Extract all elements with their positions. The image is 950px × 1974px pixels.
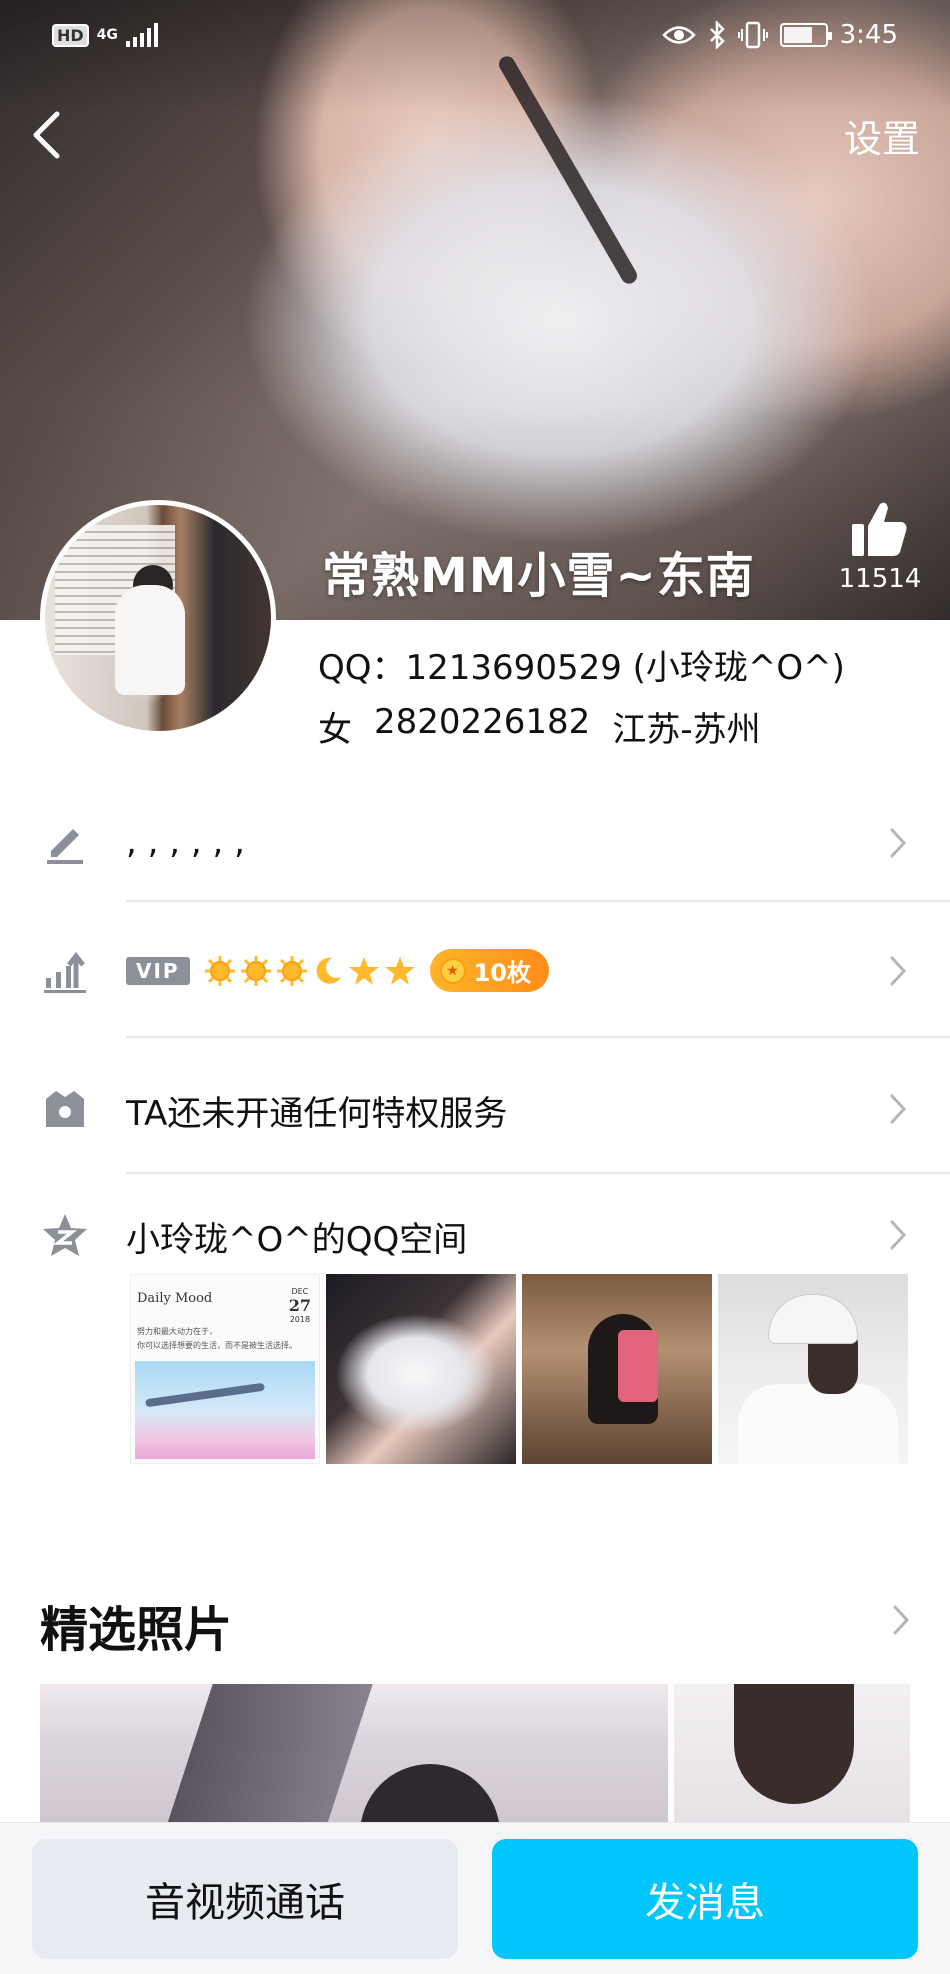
mood-title: Daily Mood	[137, 1291, 213, 1306]
level-content: VIP ★ 10枚	[126, 949, 549, 992]
battery-icon	[779, 23, 832, 47]
profile-name: 常熟MM小雪~东南	[322, 548, 755, 604]
status-bar-left: HD 4G	[52, 23, 158, 47]
like-button[interactable]: 11514	[830, 500, 930, 594]
bluetooth-icon	[709, 21, 725, 49]
mood-month: DEC	[291, 1287, 309, 1296]
mood-picture	[135, 1361, 315, 1459]
crown-bag-icon	[40, 1084, 90, 1134]
thumbs-up-icon	[852, 502, 907, 556]
vibrate-icon	[737, 21, 768, 49]
chevron-right-icon	[886, 1215, 910, 1255]
chevron-right-icon	[886, 951, 910, 991]
qzone-thumbnail[interactable]	[326, 1274, 516, 1464]
photo-detail	[167, 1684, 373, 1824]
mood-text: 努力和最大动力在于， 你可以选择想要的生活，而不是被生活选择。	[137, 1325, 307, 1353]
location: 江苏-苏州	[612, 710, 761, 750]
featured-photos	[40, 1684, 910, 1824]
level-row[interactable]: VIP ★ 10枚	[0, 936, 950, 1006]
signature-row[interactable]: , , , , , ,	[0, 808, 950, 878]
mood-date: DEC 27 2018	[289, 1287, 311, 1324]
medal-badge: ★ 10枚	[429, 949, 549, 992]
divider	[126, 900, 950, 902]
featured-photo[interactable]	[40, 1684, 668, 1824]
vip-tag: VIP	[126, 956, 190, 985]
chevron-right-icon	[886, 823, 910, 863]
status-bar-right: 3:45	[661, 20, 898, 50]
moon-icon	[312, 955, 344, 987]
back-button[interactable]	[22, 105, 70, 165]
qzone-thumbnails: Daily Mood DEC 27 2018 努力和最大动力在于， 你可以选择想…	[130, 1274, 908, 1464]
pen-icon	[40, 818, 90, 868]
privilege-text: TA还未开通任何特权服务	[126, 1094, 508, 1134]
chevron-right-icon[interactable]	[892, 1604, 910, 1640]
sun-icon	[204, 955, 236, 987]
profile-details: 女 2820226182 江苏-苏州	[318, 702, 761, 751]
chevron-left-icon	[33, 111, 60, 159]
photo-detail	[360, 1764, 500, 1824]
thumbnail-detail	[768, 1294, 858, 1344]
account-number: 2820226182	[374, 702, 591, 742]
thumbnail-detail	[618, 1330, 658, 1402]
signal-icon	[125, 23, 158, 47]
featured-photos-title[interactable]: 精选照片	[40, 1590, 232, 1660]
privilege-row[interactable]: TA还未开通任何特权服务	[0, 1074, 950, 1144]
thumbnail-detail	[738, 1384, 898, 1464]
sun-icon	[240, 955, 272, 987]
qzone-thumbnail[interactable]	[718, 1274, 908, 1464]
mood-picture-detail	[145, 1382, 265, 1408]
level-up-icon	[40, 946, 90, 996]
avatar[interactable]	[40, 500, 276, 736]
like-count: 11514	[838, 564, 922, 594]
star-icon	[384, 955, 416, 987]
settings-button[interactable]: 设置	[844, 108, 920, 163]
photo-detail	[734, 1684, 854, 1804]
bottom-action-bar: 音视频通话 发消息	[0, 1822, 950, 1974]
chevron-right-icon	[886, 1089, 910, 1129]
send-message-button[interactable]: 发消息	[492, 1839, 918, 1959]
medal-icon: ★	[439, 957, 466, 984]
qzone-row[interactable]: 小玲珑^O^的QQ空间	[0, 1200, 950, 1270]
featured-photo[interactable]	[674, 1684, 910, 1824]
qq-number-line[interactable]: QQ：1213690529 (小玲珑^O^)	[318, 640, 845, 689]
avatar-detail	[115, 585, 185, 695]
mood-year: 2018	[289, 1315, 311, 1324]
mood-text-line: 努力和最大动力在于，	[137, 1327, 217, 1336]
status-time: 3:45	[839, 20, 898, 50]
qzone-thumbnail[interactable]	[522, 1274, 712, 1464]
mood-day: 27	[288, 1296, 311, 1315]
cover-photo-detail	[496, 53, 640, 287]
gender: 女	[318, 710, 352, 750]
mood-text-line: 你可以选择想要的生活，而不是被生活选择。	[137, 1341, 297, 1350]
eye-icon	[661, 26, 696, 44]
star-z-icon	[40, 1210, 90, 1260]
star-icon	[348, 955, 380, 987]
hd-badge: HD	[52, 23, 89, 47]
qq-level	[204, 955, 416, 987]
signature-text: , , , , , ,	[126, 822, 245, 862]
sun-icon	[276, 955, 308, 987]
status-bar: HD 4G 3:45	[0, 0, 950, 70]
voice-video-call-button[interactable]: 音视频通话	[32, 1839, 458, 1959]
divider	[126, 1172, 950, 1174]
medal-count: 10枚	[473, 959, 531, 987]
qzone-thumbnail[interactable]: Daily Mood DEC 27 2018 努力和最大动力在于， 你可以选择想…	[130, 1274, 320, 1464]
qzone-title: 小玲珑^O^的QQ空间	[126, 1220, 468, 1260]
network-type: 4G	[96, 27, 118, 43]
divider	[126, 1036, 950, 1038]
